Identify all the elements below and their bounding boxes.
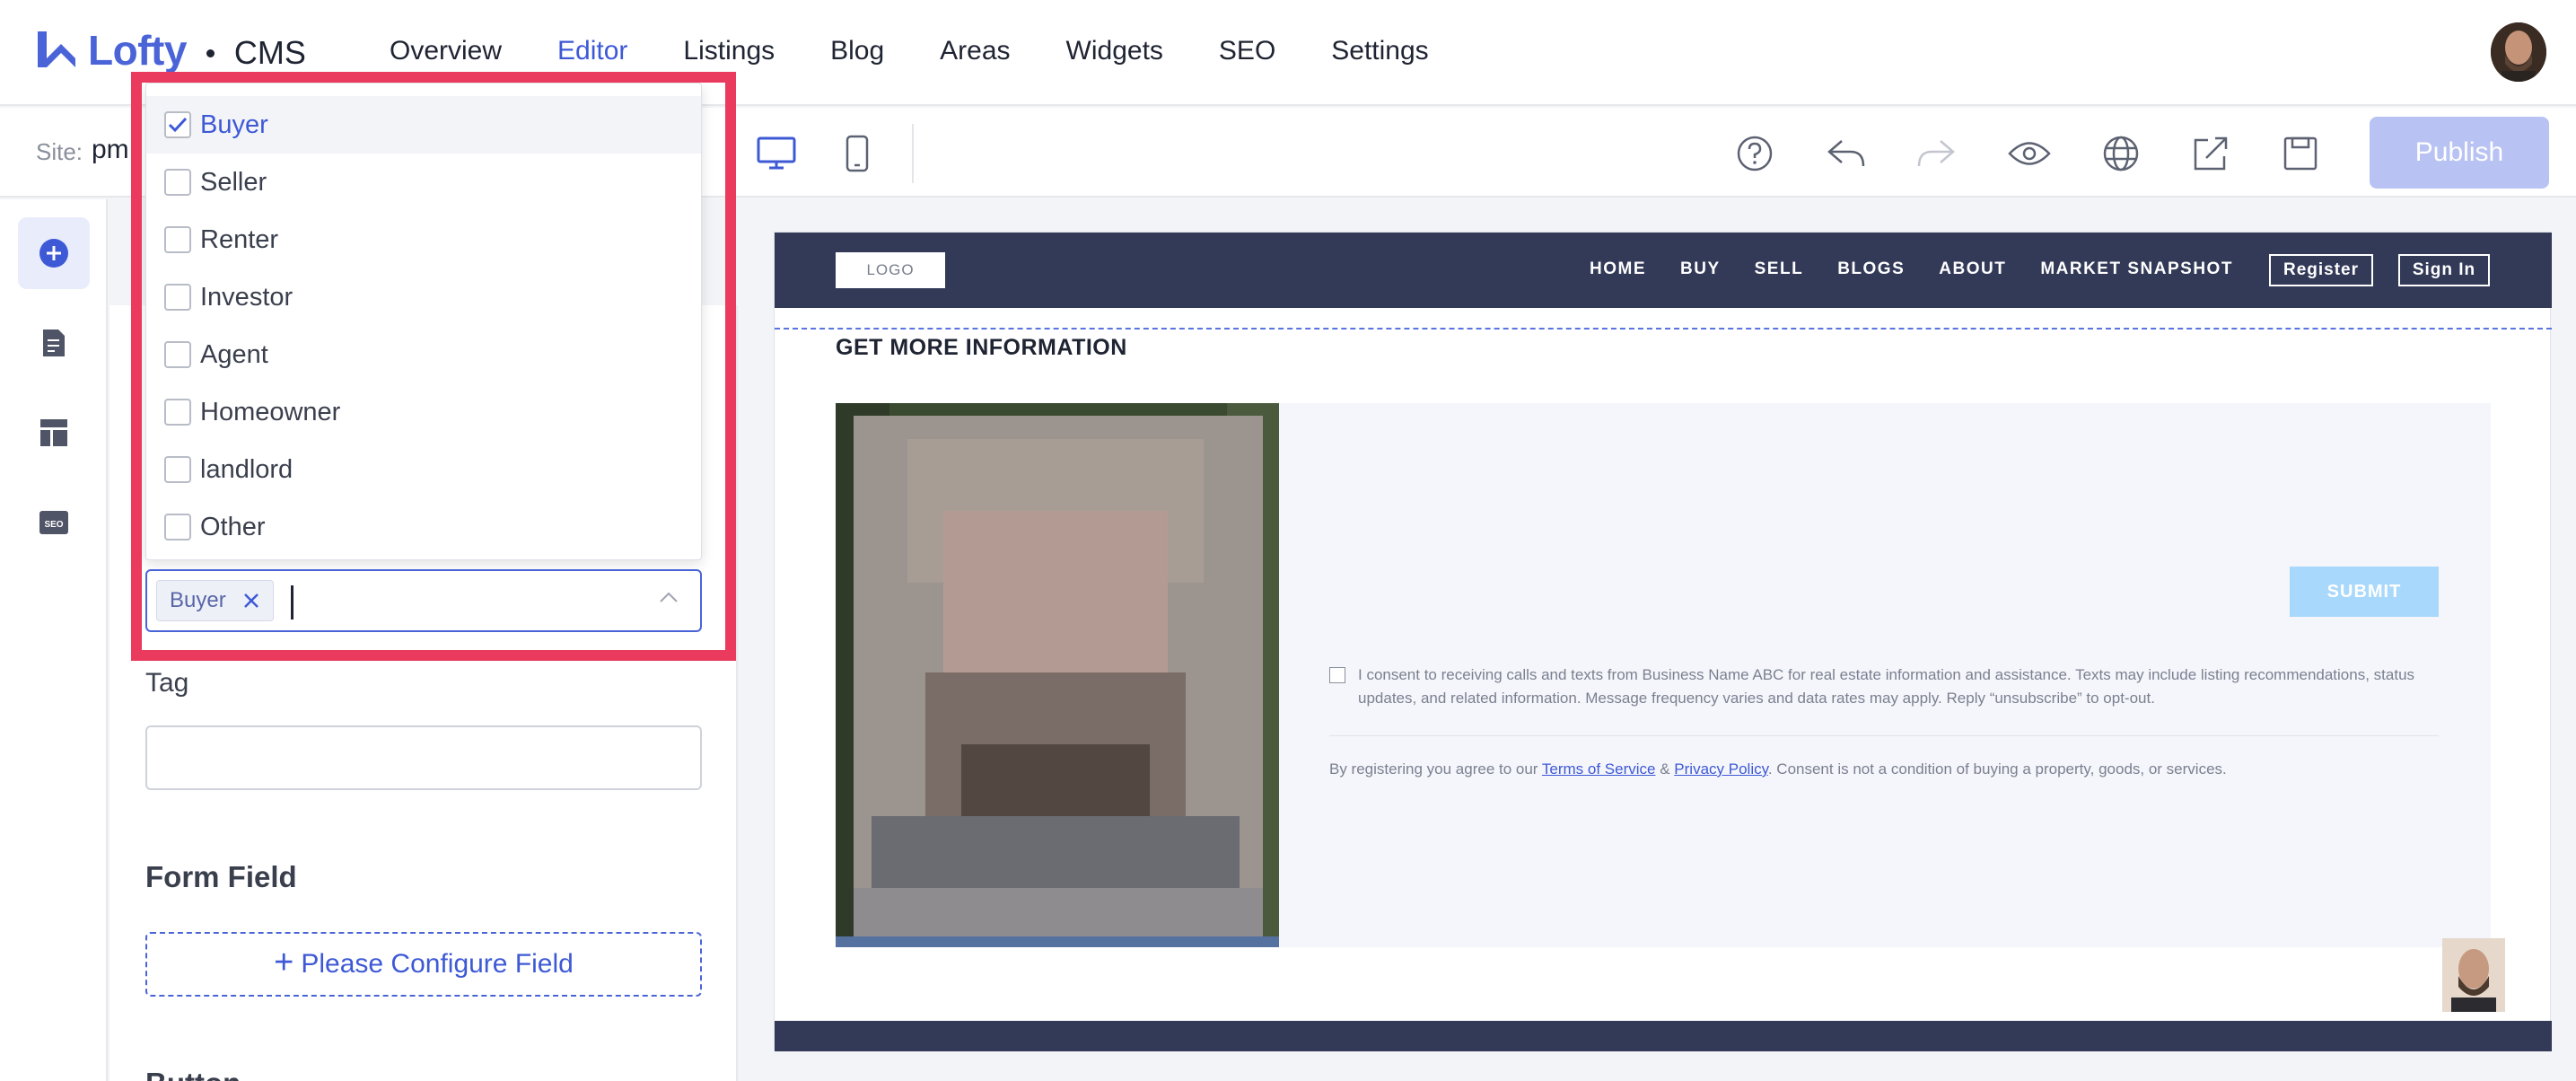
redo-button[interactable] bbox=[1912, 129, 1960, 178]
preview-button[interactable] bbox=[2005, 129, 2054, 178]
rail-layout[interactable] bbox=[18, 397, 90, 469]
site-sign-in-button[interactable]: Sign In bbox=[2398, 254, 2490, 286]
blurred-photo-icon bbox=[836, 403, 1279, 947]
site-nav-sell[interactable]: SELL bbox=[1755, 259, 1804, 279]
export-icon bbox=[2194, 136, 2228, 171]
nav-blog[interactable]: Blog bbox=[830, 36, 884, 66]
plus-icon: + bbox=[274, 943, 294, 981]
add-circle-icon bbox=[39, 239, 68, 268]
toolbar-separator bbox=[912, 124, 914, 183]
site-nav: HOME BUY SELL BLOGS ABOUT MARKET SNAPSHO… bbox=[1590, 259, 2267, 279]
nav-seo[interactable]: SEO bbox=[1219, 36, 1275, 66]
user-avatar[interactable] bbox=[2491, 22, 2546, 82]
save-button[interactable] bbox=[2276, 129, 2325, 178]
chat-avatar[interactable] bbox=[2442, 938, 2505, 1012]
main-nav: Overview Editor Listings Blog Areas Widg… bbox=[390, 36, 1485, 66]
button-heading: Button bbox=[145, 1067, 241, 1081]
tag-label: Tag bbox=[145, 668, 189, 698]
rail-pages[interactable] bbox=[18, 307, 90, 379]
tag-input[interactable] bbox=[145, 725, 702, 790]
configure-field-button[interactable]: + Please Configure Field bbox=[145, 932, 702, 997]
publish-button[interactable]: Publish bbox=[2370, 117, 2549, 189]
site-label: Site: bbox=[36, 138, 83, 165]
desktop-view-button[interactable] bbox=[752, 129, 801, 178]
consent-checkbox[interactable] bbox=[1329, 667, 1345, 683]
site-nav-market-snapshot[interactable]: MARKET SNAPSHOT bbox=[2040, 259, 2233, 279]
page-icon bbox=[43, 330, 65, 356]
nav-settings[interactable]: Settings bbox=[1331, 36, 1428, 66]
brand[interactable]: Lofty CMS bbox=[34, 25, 306, 75]
site-logo[interactable]: LOGO bbox=[836, 252, 945, 288]
save-icon bbox=[2283, 136, 2318, 171]
consent-text: I consent to receiving calls and texts f… bbox=[1358, 666, 2415, 707]
register-disclaimer: By registering you agree to our Terms of… bbox=[1329, 760, 2227, 778]
export-button[interactable] bbox=[2186, 129, 2235, 178]
avatar-image-icon bbox=[2491, 22, 2546, 82]
undo-button[interactable] bbox=[1822, 129, 1871, 178]
selection-outline bbox=[775, 310, 2552, 330]
undo-icon bbox=[1827, 140, 1865, 167]
site-selector[interactable]: pm bbox=[92, 135, 129, 165]
site-nav-buy[interactable]: BUY bbox=[1680, 259, 1721, 279]
nav-widgets[interactable]: Widgets bbox=[1066, 36, 1163, 66]
form-submit-button[interactable]: SUBMIT bbox=[2290, 567, 2439, 617]
form-divider bbox=[1329, 735, 2439, 736]
left-rail: SEO bbox=[0, 199, 108, 1081]
site-nav-blogs[interactable]: BLOGS bbox=[1837, 259, 1905, 279]
register-prefix: By registering you agree to our bbox=[1329, 760, 1538, 778]
preview-icon bbox=[2008, 142, 2051, 165]
configure-field-label: Please Configure Field bbox=[301, 949, 574, 979]
section-title[interactable]: GET MORE INFORMATION bbox=[836, 335, 1127, 361]
globe-icon bbox=[2103, 136, 2139, 171]
redo-icon bbox=[1917, 140, 1955, 167]
agent-photo[interactable] bbox=[836, 403, 1279, 947]
lofty-logo-icon bbox=[38, 31, 75, 67]
nav-editor[interactable]: Editor bbox=[557, 36, 627, 66]
site-footer bbox=[775, 1021, 2552, 1051]
privacy-policy-link[interactable]: Privacy Policy bbox=[1674, 760, 1768, 778]
help-button[interactable] bbox=[1730, 129, 1779, 178]
mobile-icon bbox=[846, 135, 869, 172]
register-amp: & bbox=[1660, 760, 1670, 778]
product-name: CMS bbox=[233, 34, 306, 71]
help-icon bbox=[1737, 136, 1773, 171]
brand-name: Lofty bbox=[88, 27, 187, 74]
site-header[interactable]: LOGO HOME BUY SELL BLOGS ABOUT MARKET SN… bbox=[775, 233, 2552, 308]
site-nav-home[interactable]: HOME bbox=[1590, 259, 1646, 279]
rail-seo[interactable]: SEO bbox=[18, 487, 90, 558]
form-field-heading: Form Field bbox=[145, 860, 297, 893]
seo-icon-text: SEO bbox=[44, 520, 63, 530]
layout-icon bbox=[40, 419, 67, 446]
rail-add-element[interactable] bbox=[18, 217, 90, 289]
seo-icon: SEO bbox=[39, 511, 68, 534]
terms-of-service-link[interactable]: Terms of Service bbox=[1542, 760, 1656, 778]
site-register-button[interactable]: Register bbox=[2269, 254, 2373, 286]
mobile-view-button[interactable] bbox=[833, 129, 881, 178]
nav-overview[interactable]: Overview bbox=[390, 36, 502, 66]
highlight-annotation bbox=[131, 72, 736, 661]
nav-listings[interactable]: Listings bbox=[683, 36, 775, 66]
site-nav-about[interactable]: ABOUT bbox=[1939, 259, 2006, 279]
brand-separator-dot bbox=[206, 48, 215, 57]
nav-areas[interactable]: Areas bbox=[940, 36, 1010, 66]
desktop-icon bbox=[757, 136, 796, 170]
page-preview: LOGO HOME BUY SELL BLOGS ABOUT MARKET SN… bbox=[774, 232, 2552, 1051]
language-button[interactable] bbox=[2097, 129, 2145, 178]
chat-avatar-icon bbox=[2442, 938, 2505, 1012]
register-suffix: . Consent is not a condition of buying a… bbox=[1767, 760, 2227, 778]
